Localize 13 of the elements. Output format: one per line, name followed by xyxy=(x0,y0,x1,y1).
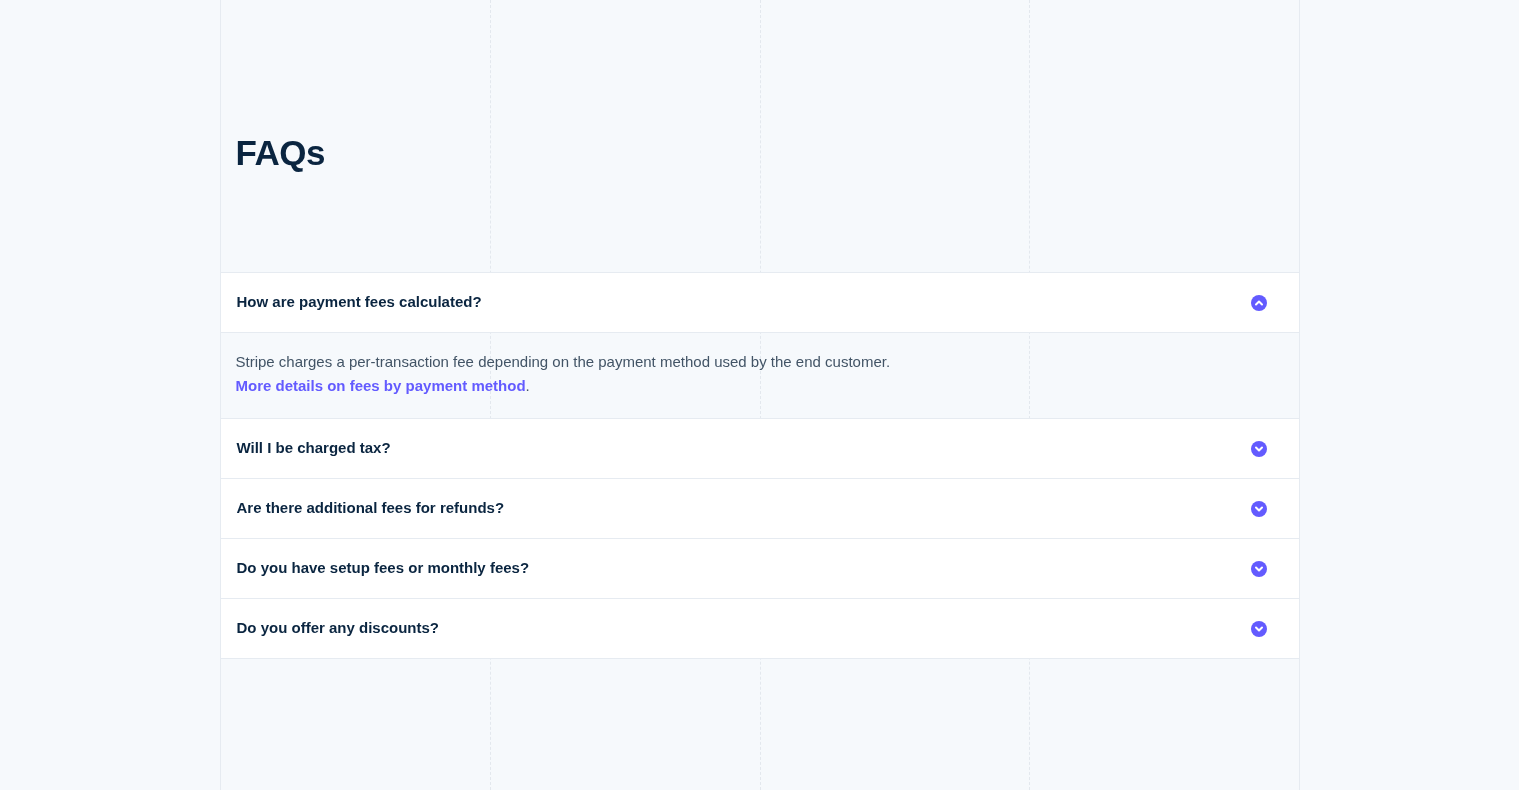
faq-question[interactable]: How are payment fees calculated? xyxy=(220,273,1299,333)
page-title: FAQs xyxy=(235,132,325,174)
chevron-down-icon xyxy=(1250,620,1267,637)
faq-question[interactable]: Are there additional fees for refunds? xyxy=(220,479,1299,539)
faq-question[interactable]: Do you offer any discounts? xyxy=(220,599,1299,659)
fees-link[interactable]: More details on fees by payment method xyxy=(235,377,526,394)
chevron-down-icon xyxy=(1250,560,1267,577)
faq-answer: Stripe charges a per-transaction fee depending on the payment method used by the end customer. More details on fees by payment method. xyxy=(235,352,892,396)
faq-question[interactable]: Do you have setup fees or monthly fees? xyxy=(220,539,1299,599)
chevron-up-icon xyxy=(1250,294,1267,311)
chevron-down-icon xyxy=(1250,440,1267,457)
chevron-down-icon xyxy=(1250,500,1267,517)
faq-question[interactable]: Will I be charged tax? xyxy=(220,419,1299,479)
